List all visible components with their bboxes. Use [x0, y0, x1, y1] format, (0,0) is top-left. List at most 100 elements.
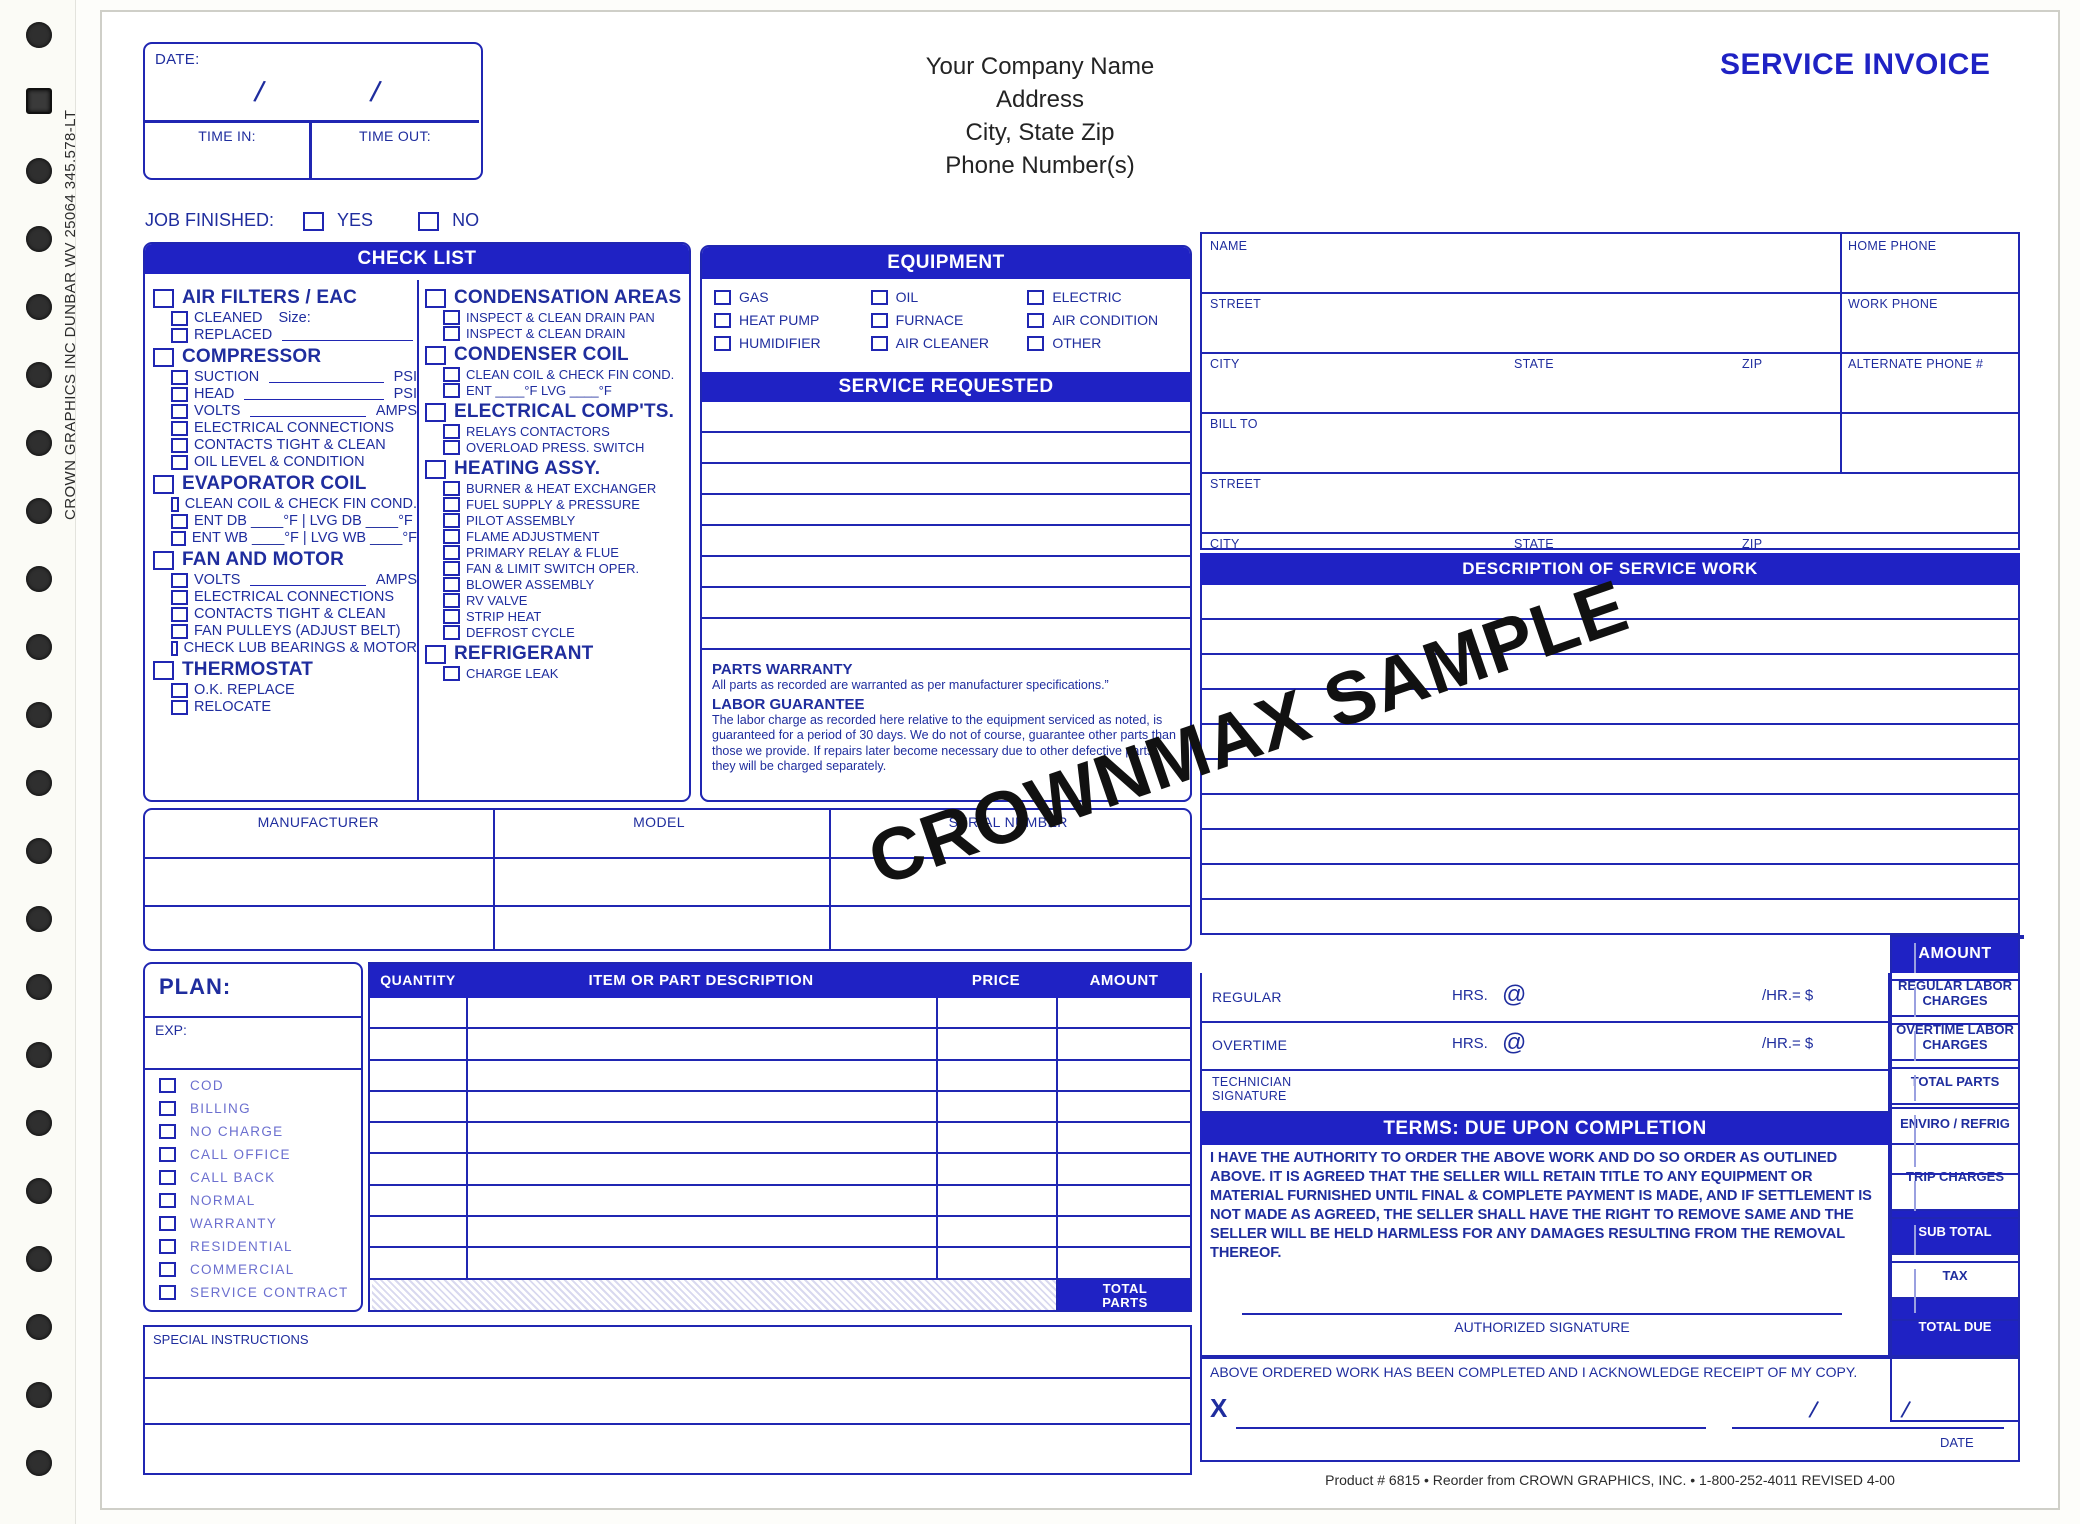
checklist-item-checkbox[interactable] [443, 310, 460, 325]
equipment-item-checkbox[interactable] [870, 335, 888, 351]
checklist-group-checkbox[interactable] [425, 288, 446, 308]
checklist-group-checkbox[interactable] [425, 644, 446, 664]
description-line[interactable] [1202, 655, 2018, 690]
checklist-item-checkbox[interactable] [171, 454, 188, 470]
checklist-item-checkbox[interactable] [443, 440, 460, 455]
totals-amount-cell[interactable] [1892, 1263, 2018, 1321]
checklist-item-checkbox[interactable] [171, 699, 188, 715]
write-in-rule[interactable] [282, 329, 413, 341]
description-line[interactable] [1202, 690, 2018, 725]
parts-table-row[interactable] [370, 1248, 1190, 1280]
plan-option-checkbox[interactable] [159, 1239, 176, 1254]
plan-option-checkbox[interactable] [159, 1124, 176, 1139]
equipment-item-checkbox[interactable] [1027, 289, 1045, 305]
parts-table-row[interactable] [370, 1186, 1190, 1218]
totals-amount-cell[interactable] [1892, 937, 2018, 981]
service-requested-line[interactable] [702, 619, 1190, 650]
checklist-group-checkbox[interactable] [425, 345, 446, 365]
checklist-item-checkbox[interactable] [171, 623, 188, 639]
parts-table-row[interactable] [370, 1092, 1190, 1124]
checklist-item-checkbox[interactable] [171, 640, 178, 656]
service-requested-line[interactable] [702, 588, 1190, 619]
plan-option-checkbox[interactable] [159, 1193, 176, 1208]
plan-option-checkbox[interactable] [159, 1216, 176, 1231]
description-line[interactable] [1202, 620, 2018, 655]
parts-table-row[interactable] [370, 1123, 1190, 1155]
parts-table-row[interactable] [370, 1029, 1190, 1061]
equipment-item-checkbox[interactable] [714, 335, 731, 351]
parts-table-row[interactable] [370, 1061, 1190, 1092]
totals-amount-cell[interactable] [1892, 1219, 2018, 1263]
checklist-item-checkbox[interactable] [171, 572, 188, 588]
plan-option-checkbox[interactable] [159, 1147, 176, 1162]
totals-amount-cell[interactable] [1892, 1109, 2018, 1175]
checklist-item-checkbox[interactable] [443, 593, 460, 608]
description-line[interactable] [1202, 900, 2018, 933]
checklist-item-checkbox[interactable] [443, 481, 460, 496]
plan-option-checkbox[interactable] [159, 1170, 176, 1185]
checklist-item-checkbox[interactable] [443, 666, 460, 681]
plan-option-checkbox[interactable] [159, 1262, 176, 1277]
equipment-item-checkbox[interactable] [870, 312, 888, 328]
description-line[interactable] [1202, 865, 2018, 900]
equipment-item-checkbox[interactable] [714, 289, 731, 305]
checklist-item-checkbox[interactable] [443, 367, 460, 382]
write-in-rule[interactable] [244, 388, 384, 400]
parts-table-row[interactable] [370, 1154, 1190, 1186]
checklist-item-checkbox[interactable] [171, 682, 188, 698]
checklist-item-checkbox[interactable] [171, 496, 179, 512]
service-requested-line[interactable] [702, 495, 1190, 526]
checklist-item-checkbox[interactable] [443, 577, 460, 592]
write-in-rule[interactable] [269, 371, 384, 383]
checklist-item-checkbox[interactable] [171, 369, 188, 385]
checklist-item-checkbox[interactable] [443, 545, 460, 560]
checklist-item-checkbox[interactable] [171, 589, 188, 605]
checklist-group-checkbox[interactable] [153, 550, 174, 570]
parts-table-row[interactable] [370, 1217, 1190, 1249]
checklist-item-checkbox[interactable] [171, 420, 188, 436]
description-line[interactable] [1202, 585, 2018, 620]
equipment-item-checkbox[interactable] [1027, 335, 1045, 351]
checklist-item-checkbox[interactable] [443, 497, 460, 512]
checklist-item-checkbox[interactable] [171, 386, 188, 402]
checklist-item-checkbox[interactable] [443, 383, 460, 398]
checklist-item-checkbox[interactable] [443, 609, 460, 624]
service-requested-line[interactable] [702, 464, 1190, 495]
totals-amount-cell[interactable] [1892, 1069, 2018, 1109]
checklist-group-checkbox[interactable] [425, 402, 446, 422]
checklist-item-checkbox[interactable] [171, 437, 188, 453]
checklist-item-checkbox[interactable] [171, 513, 188, 529]
checklist-item-checkbox[interactable] [443, 424, 460, 439]
equipment-item-checkbox[interactable] [1027, 312, 1045, 328]
checklist-group-checkbox[interactable] [153, 347, 174, 367]
checklist-item-checkbox[interactable] [171, 606, 188, 622]
checklist-item-checkbox[interactable] [171, 310, 188, 326]
checklist-item-checkbox[interactable] [443, 513, 460, 528]
checklist-item-checkbox[interactable] [443, 326, 460, 341]
description-line[interactable] [1202, 725, 2018, 760]
checklist-item-checkbox[interactable] [171, 530, 186, 546]
parts-table-row[interactable] [370, 998, 1190, 1030]
service-requested-line[interactable] [702, 557, 1190, 588]
checklist-item-checkbox[interactable] [443, 561, 460, 576]
checklist-group-checkbox[interactable] [153, 474, 174, 494]
service-requested-line[interactable] [702, 526, 1190, 557]
checklist-item-checkbox[interactable] [443, 625, 460, 640]
description-line[interactable] [1202, 795, 2018, 830]
plan-option-checkbox[interactable] [159, 1101, 176, 1116]
job-finished-yes-checkbox[interactable] [303, 211, 325, 231]
checklist-item-checkbox[interactable] [171, 403, 188, 419]
service-requested-line[interactable] [702, 402, 1190, 433]
plan-option-checkbox[interactable] [159, 1078, 176, 1093]
equipment-item-checkbox[interactable] [870, 289, 888, 305]
equipment-item-checkbox[interactable] [714, 312, 731, 328]
checklist-group-checkbox[interactable] [153, 660, 174, 680]
description-line[interactable] [1202, 760, 2018, 795]
plan-option-checkbox[interactable] [159, 1285, 176, 1300]
totals-amount-cell[interactable] [1892, 981, 2018, 1025]
checklist-item-checkbox[interactable] [443, 529, 460, 544]
description-line[interactable] [1202, 830, 2018, 865]
job-finished-no-checkbox[interactable] [418, 211, 440, 231]
write-in-rule[interactable] [250, 574, 366, 586]
checklist-group-checkbox[interactable] [153, 288, 174, 308]
